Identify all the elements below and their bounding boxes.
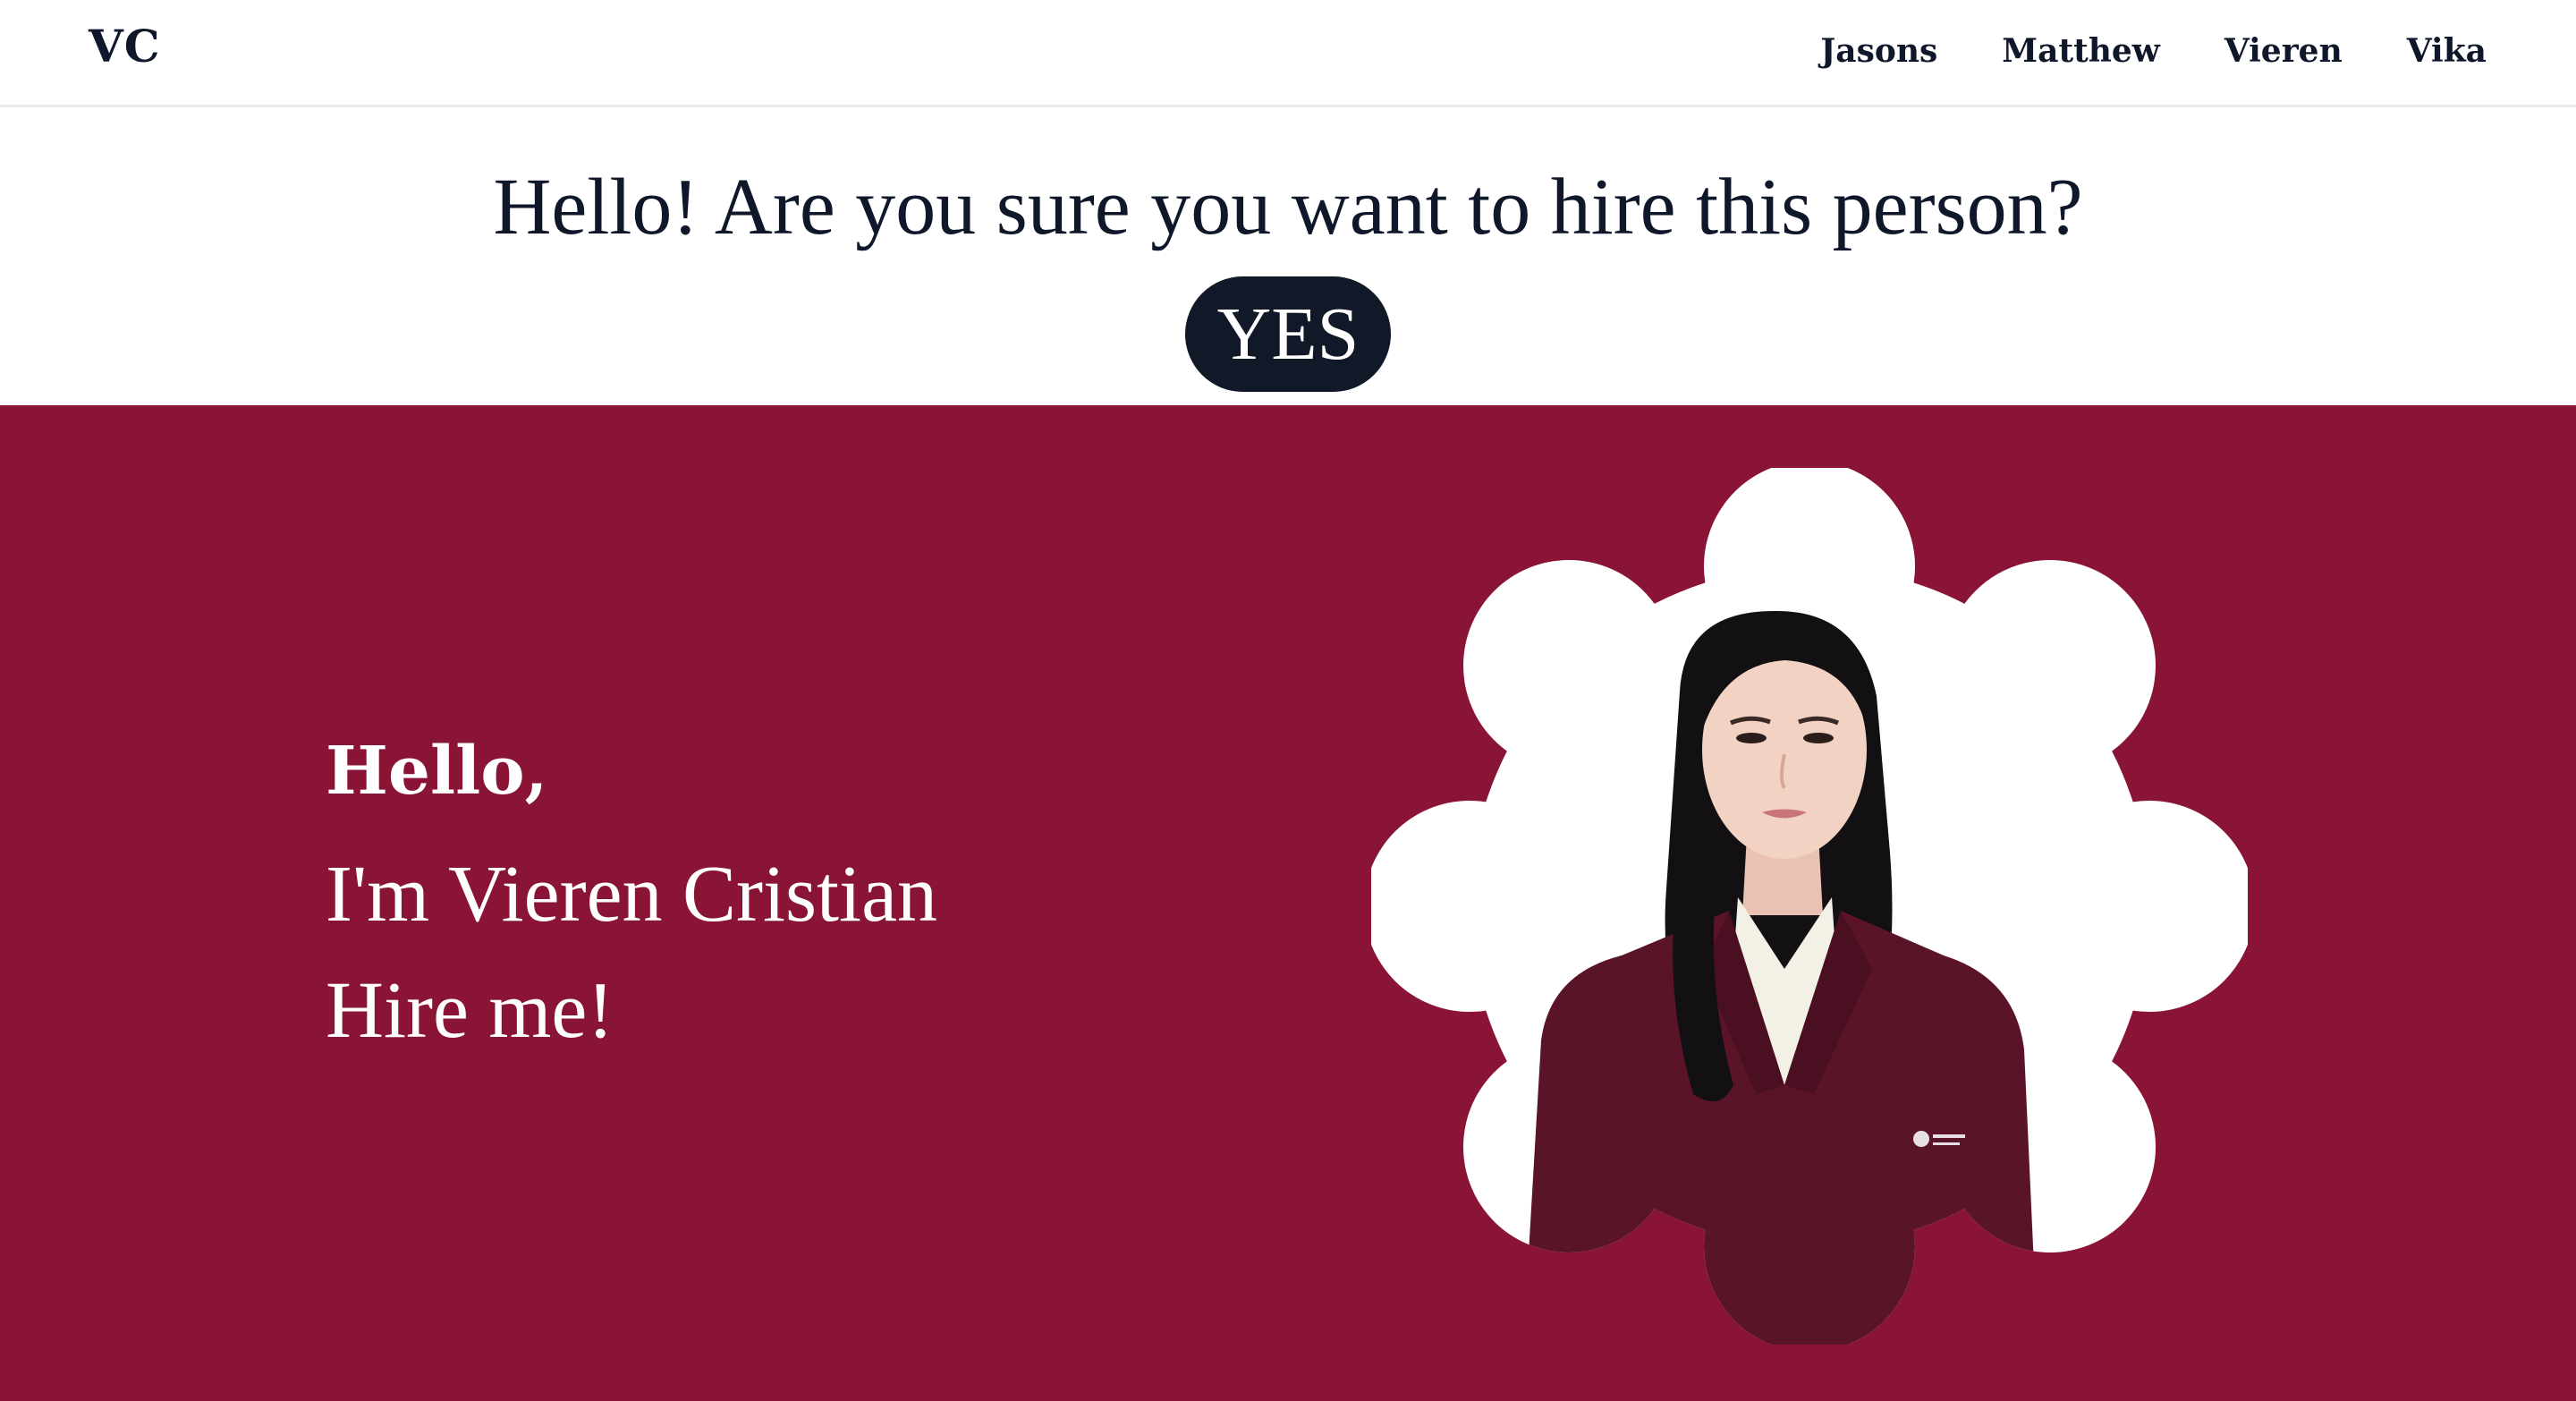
nav-link-matthew[interactable]: Matthew (2002, 32, 2160, 70)
hire-question: Hello! Are you sure you want to hire thi… (493, 163, 2083, 251)
nav-link-vieren[interactable]: Vieren (2224, 32, 2343, 70)
nav-link-jasons[interactable]: Jasons (1820, 32, 1937, 70)
yes-button[interactable]: YES (1185, 276, 1391, 392)
profile-photo-graphic (1371, 468, 2248, 1345)
hero-cta-text: Hire me! (326, 966, 614, 1055)
navbar: VC Jasons Matthew Vieren Vika (0, 0, 2576, 107)
hero-greeting: Hello, (326, 733, 548, 810)
nav-link-vika[interactable]: Vika (2407, 32, 2487, 70)
hero-name: I'm Vieren Cristian (326, 850, 938, 938)
profile-photo (1371, 468, 2248, 1345)
brand-logo[interactable]: VC (89, 20, 161, 72)
nav-links: Jasons Matthew Vieren Vika (1820, 32, 2487, 70)
hero-section: Hello, I'm Vieren Cristian Hire me! (0, 405, 2576, 1401)
